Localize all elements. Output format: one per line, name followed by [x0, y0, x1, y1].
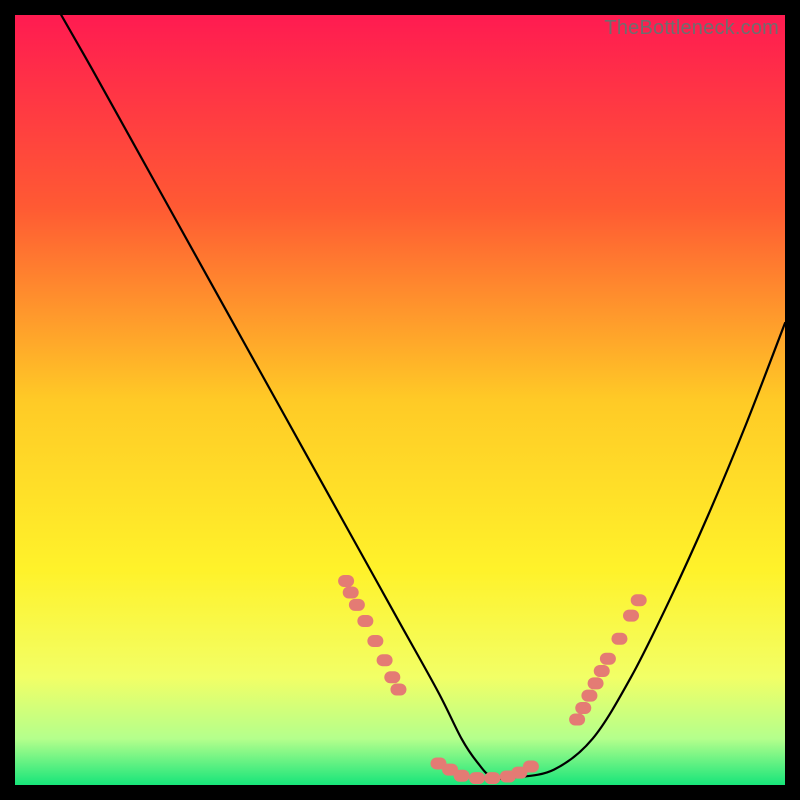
data-marker	[631, 594, 647, 606]
bottleneck-chart	[15, 15, 785, 785]
data-marker	[575, 702, 591, 714]
data-marker	[523, 761, 539, 773]
watermark-text: TheBottleneck.com	[604, 17, 779, 40]
data-marker	[357, 615, 373, 627]
data-marker	[343, 587, 359, 599]
data-marker	[469, 772, 485, 784]
data-marker	[588, 677, 604, 689]
data-marker	[390, 684, 406, 696]
data-marker	[349, 599, 365, 611]
data-marker	[377, 654, 393, 666]
data-marker	[623, 610, 639, 622]
data-marker	[600, 653, 616, 665]
data-marker	[611, 633, 627, 645]
gradient-background	[15, 15, 785, 785]
data-marker	[569, 714, 585, 726]
data-marker	[384, 671, 400, 683]
data-marker	[338, 575, 354, 587]
data-marker	[581, 690, 597, 702]
data-marker	[594, 665, 610, 677]
data-marker	[484, 772, 500, 784]
chart-frame: TheBottleneck.com	[15, 15, 785, 785]
data-marker	[367, 635, 383, 647]
data-marker	[454, 770, 470, 782]
